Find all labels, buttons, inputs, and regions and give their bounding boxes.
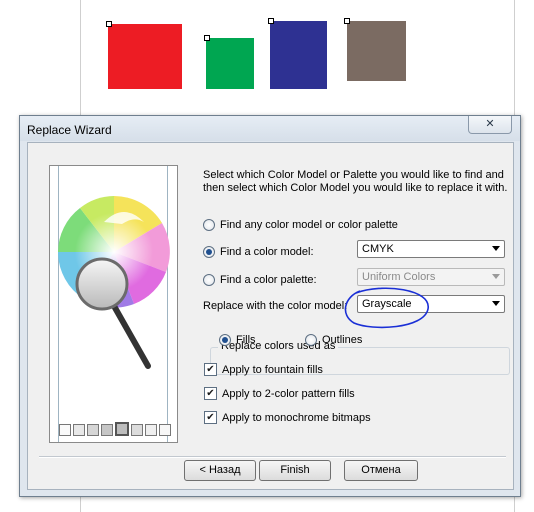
radio-label: Find a color palette: (220, 274, 317, 286)
radio-button[interactable] (305, 334, 317, 346)
radio-label: Find any color model or color palette (220, 219, 398, 231)
taupe-rectangle[interactable] (347, 21, 406, 81)
radio-label: Outlines (322, 334, 363, 346)
checkbox-checked[interactable]: ✔ (204, 387, 217, 400)
palette-strip (59, 422, 171, 436)
selection-node[interactable] (344, 18, 350, 24)
hand-drawn-circle-annotation (344, 287, 429, 329)
cancel-button[interactable]: Отмена (344, 460, 418, 481)
radio-label: Find a color model: (220, 246, 314, 258)
close-icon: ✕ (485, 118, 495, 130)
checkbox-label: Apply to fountain fills (222, 363, 323, 376)
color-wheel-magnifier-illustration (58, 195, 170, 369)
chevron-down-icon (492, 301, 500, 306)
checkbox-label: Apply to 2-color pattern fills (222, 387, 355, 400)
radio-fills[interactable]: Fills (219, 334, 256, 346)
radio-button[interactable] (203, 274, 215, 286)
select-value: Uniform Colors (362, 271, 436, 283)
replace-wizard-dialog: Replace Wizard ✕ Select which Color Mode… (19, 115, 521, 497)
radio-button[interactable] (203, 219, 215, 231)
separator (39, 456, 506, 458)
red-rectangle[interactable] (108, 24, 182, 89)
radio-find-color-model[interactable]: Find a color model: (203, 246, 314, 258)
green-rectangle[interactable] (206, 38, 254, 89)
radio-label: Fills (236, 334, 256, 346)
checkbox-label: Apply to monochrome bitmaps (222, 411, 371, 424)
dialog-body: Select which Color Model or Palette you … (27, 142, 514, 490)
selection-node[interactable] (268, 18, 274, 24)
radio-find-any[interactable]: Find any color model or color palette (203, 219, 398, 231)
radio-button-selected[interactable] (219, 334, 231, 346)
checkbox-pattern-fills[interactable]: ✔ Apply to 2-color pattern fills (204, 387, 355, 400)
finish-button[interactable]: Finish (259, 460, 331, 481)
select-value: CMYK (362, 243, 394, 255)
chevron-down-icon (492, 246, 500, 251)
find-color-palette-select: Uniform Colors (357, 268, 505, 286)
replace-with-label: Replace with the color model: (203, 300, 348, 312)
checkbox-fountain-fills[interactable]: ✔ Apply to fountain fills (204, 363, 323, 376)
back-button[interactable]: < Назад (184, 460, 256, 481)
instructions-text: Select which Color Model or Palette you … (203, 169, 508, 194)
checkbox-checked[interactable]: ✔ (204, 411, 217, 424)
selection-node[interactable] (106, 21, 112, 27)
dialog-titlebar[interactable]: Replace Wizard ✕ (20, 116, 520, 141)
radio-button-selected[interactable] (203, 246, 215, 258)
find-color-model-select[interactable]: CMYK (357, 240, 505, 258)
wizard-illustration (49, 165, 178, 443)
selection-node[interactable] (204, 35, 210, 41)
dialog-title: Replace Wizard (27, 123, 112, 137)
chevron-down-icon (492, 274, 500, 279)
radio-find-color-palette[interactable]: Find a color palette: (203, 274, 317, 286)
checkbox-monochrome-bitmaps[interactable]: ✔ Apply to monochrome bitmaps (204, 411, 371, 424)
radio-outlines[interactable]: Outlines (305, 334, 362, 346)
checkbox-checked[interactable]: ✔ (204, 363, 217, 376)
close-button[interactable]: ✕ (468, 116, 512, 134)
navy-rectangle[interactable] (270, 21, 327, 89)
replace-with-label-row: Replace with the color model: (203, 300, 347, 312)
